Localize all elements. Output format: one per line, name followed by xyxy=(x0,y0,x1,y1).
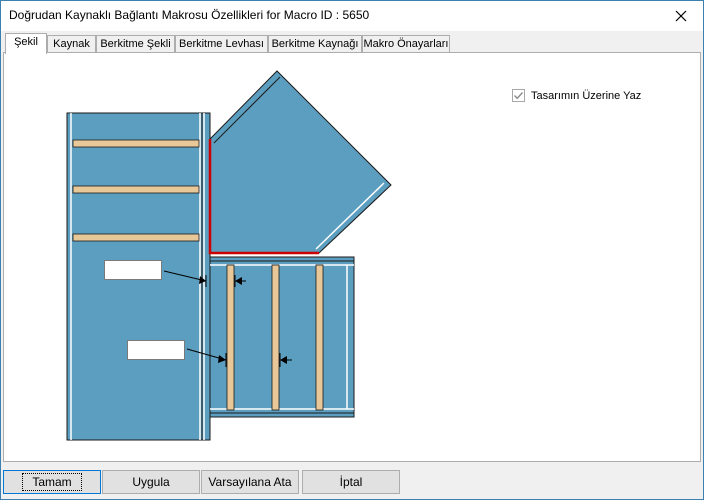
tab-stiffener-plate[interactable]: Berkitme Levhası xyxy=(175,35,268,52)
tab-weld[interactable]: Kaynak xyxy=(47,35,96,52)
beam-stiffener-1 xyxy=(226,264,235,411)
apply-button[interactable]: Uygula xyxy=(102,470,200,494)
title-bar: Doğrudan Kaynaklı Bağlantı Makrosu Özell… xyxy=(1,1,703,31)
connection-drawing xyxy=(66,70,392,441)
cancel-button[interactable]: İptal xyxy=(302,470,400,494)
tab-macro-presets[interactable]: Makro Önayarları xyxy=(362,35,450,52)
weld-size-input-2[interactable] xyxy=(127,340,185,360)
weld-size-input-1[interactable] xyxy=(104,260,162,280)
column-stiffener-1 xyxy=(72,139,200,148)
tab-stiffener-shape[interactable]: Berkitme Şekli xyxy=(96,35,175,52)
draw-on-design-checkbox[interactable] xyxy=(512,89,525,102)
inclined-brace xyxy=(209,70,392,254)
beam-stiffener-2 xyxy=(271,264,280,411)
beam-stiffener-3 xyxy=(315,264,324,411)
draw-on-design-label: Tasarımın Üzerine Yaz xyxy=(531,89,642,102)
checkmark-icon xyxy=(513,92,524,100)
close-icon xyxy=(675,10,686,22)
column-stiffener-3 xyxy=(72,233,200,242)
tab-stiffener-weld[interactable]: Berkitme Kaynağı xyxy=(268,35,362,52)
window-title: Doğrudan Kaynaklı Bağlantı Makrosu Özell… xyxy=(9,8,370,22)
tab-panel-shape: Tasarımın Üzerine Yaz xyxy=(3,52,701,462)
tab-shape[interactable]: Şekil xyxy=(5,33,47,54)
close-button[interactable] xyxy=(658,1,703,31)
column-stiffener-2 xyxy=(72,185,200,194)
tab-strip: Şekil Kaynak Berkitme Şekli Berkitme Lev… xyxy=(3,33,701,54)
ok-button[interactable]: Tamam xyxy=(3,470,101,494)
dialog-window: Doğrudan Kaynaklı Bağlantı Makrosu Özell… xyxy=(0,0,704,500)
set-defaults-button[interactable]: Varsayılana Ata xyxy=(201,470,299,494)
draw-on-design-option[interactable]: Tasarımın Üzerine Yaz xyxy=(512,89,641,102)
ok-button-label: Tamam xyxy=(22,473,82,491)
